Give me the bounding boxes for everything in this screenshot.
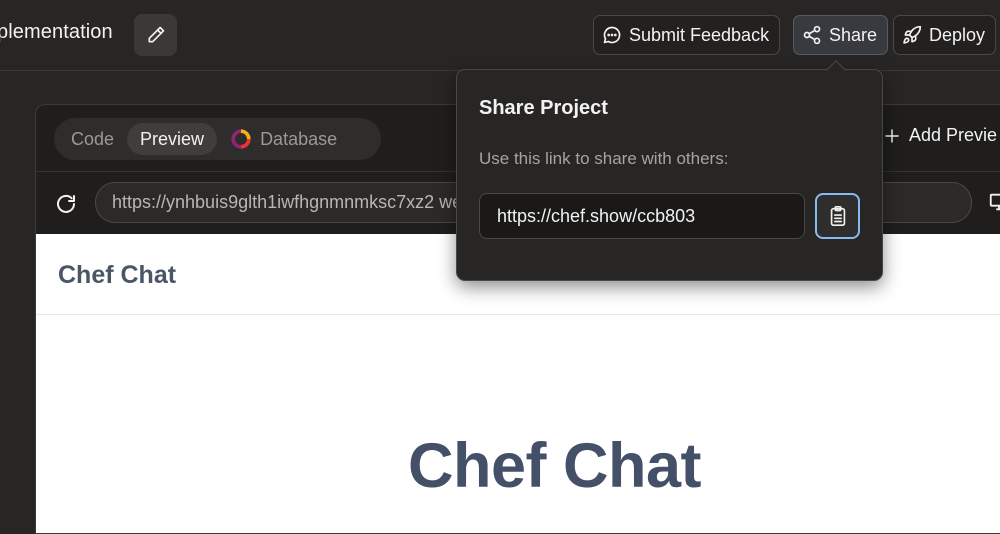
deploy-button[interactable]: Deploy <box>893 15 997 55</box>
share-link-field[interactable] <box>479 193 805 239</box>
submit-feedback-button[interactable]: Submit Feedback <box>593 15 781 55</box>
copy-link-button[interactable] <box>815 193 860 239</box>
tab-code-label: Code <box>71 128 115 149</box>
chat-bubble-icon <box>603 26 621 44</box>
deploy-label: Deploy <box>929 24 986 45</box>
tab-code[interactable]: Code <box>58 123 127 155</box>
device-toggle-button[interactable] <box>988 191 1000 218</box>
submit-feedback-label: Submit Feedback <box>629 24 770 45</box>
share-label: Share <box>829 24 878 45</box>
tab-database[interactable]: Database <box>217 123 350 155</box>
monitor-icon <box>989 193 1000 211</box>
edit-title-button[interactable] <box>134 14 177 56</box>
share-icon <box>803 25 821 45</box>
refresh-icon <box>57 194 75 213</box>
popover-description: Use this link to share with others: <box>479 149 729 168</box>
pencil-icon <box>148 26 164 43</box>
plus-icon <box>885 128 899 143</box>
refresh-button[interactable] <box>54 192 78 221</box>
tab-database-label: Database <box>260 128 338 149</box>
add-preview-button[interactable]: Add Previe <box>884 125 997 146</box>
top-bar: plementation Submit Feedback Share Deplo… <box>0 0 1000 71</box>
popover-title: Share Project <box>479 97 608 119</box>
rocket-icon <box>903 25 922 44</box>
clipboard-icon <box>830 206 845 226</box>
project-title[interactable]: plementation <box>0 21 113 44</box>
preview-hero-title: Chef Chat <box>408 431 702 501</box>
add-preview-label: Add Previe <box>909 125 998 145</box>
preview-brand: Chef Chat <box>58 261 177 289</box>
share-popover: Share Project Use this link to share wit… <box>456 69 883 281</box>
view-tabs: Code Preview Database <box>54 118 381 160</box>
convex-logo-icon <box>231 129 251 149</box>
share-button[interactable]: Share <box>793 15 889 55</box>
tab-preview[interactable]: Preview <box>127 123 218 155</box>
tab-preview-label: Preview <box>140 128 205 149</box>
